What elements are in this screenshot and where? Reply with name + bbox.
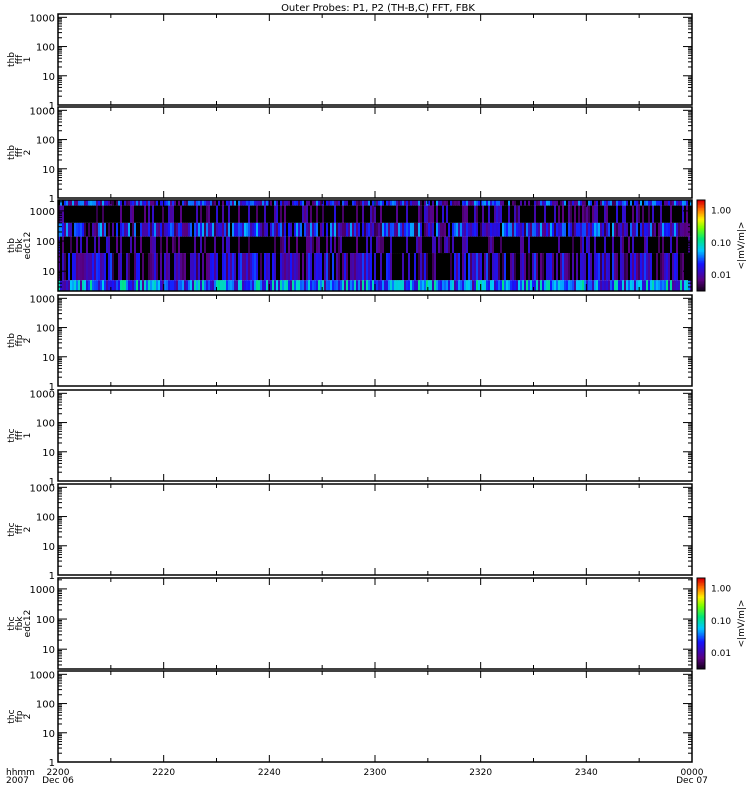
panel-label: thcffp2 xyxy=(7,709,33,723)
y-tick-label: 100 xyxy=(36,700,55,711)
panel-label-line: edc12 xyxy=(23,610,33,638)
colorbar-tick-label: 0.01 xyxy=(711,271,731,281)
y-tick-label: 10 xyxy=(42,729,55,740)
panel-thb-fbk-edc12: 10 100 1000 thbfbkedc12 1.00 0.10 0.01 <|mV/m|> xyxy=(7,199,747,292)
panel-thc-fff-2: 1 10 100 1000 thcfff2 xyxy=(7,483,693,582)
y-tick-label: 100 xyxy=(36,237,55,248)
panel-frame xyxy=(57,670,693,763)
y-tick-label: 100 xyxy=(36,419,55,430)
y-tick-label: 100 xyxy=(36,43,55,54)
plot-title: Outer Probes: P1, P2 (TH-B,C) FFT, FBK xyxy=(281,3,475,14)
y-tick-label: 10 xyxy=(42,448,55,459)
y-tick-label: 100 xyxy=(36,513,55,524)
panel-label: thbffp2 xyxy=(7,333,33,348)
panel-frame xyxy=(57,577,693,670)
y-tick-label: 10 xyxy=(42,267,55,278)
y-tick-label: 1000 xyxy=(30,670,55,681)
panel-frame xyxy=(57,106,693,199)
panel-thc-fbk-edc12: 10 100 1000 thcfbkedc12 1.00 0.10 0.01 <|mV/m|> xyxy=(7,577,747,670)
y-tick-label: 10 xyxy=(42,72,55,83)
x-tick-date-label: Dec 06 xyxy=(42,776,74,786)
y-tick-label: 1000 xyxy=(30,207,55,218)
y-tick-label: 1 xyxy=(49,571,55,582)
plot-figure: Outer Probes: P1, P2 (TH-B,C) FFT, FBK 1… xyxy=(0,0,750,800)
y-tick-label: 1000 xyxy=(30,294,55,305)
panel-label-line: 1 xyxy=(23,433,33,439)
y-tick-label: 1000 xyxy=(30,106,55,117)
y-tick-label: 100 xyxy=(36,136,55,147)
panel-frame xyxy=(57,13,693,106)
panel-label-line: edc12 xyxy=(23,232,33,260)
panel-label: thbfff1 xyxy=(7,52,33,67)
y-tick-label: 1000 xyxy=(30,483,55,494)
x-tick-date-label: Dec 07 xyxy=(676,776,708,786)
y-tick-label: 1000 xyxy=(30,585,55,596)
y-tick-label: 1 xyxy=(49,194,55,205)
x-tick-label: 2240 xyxy=(258,768,281,778)
x-axis-label: 2007 xyxy=(6,776,29,786)
panel-label: thcfff2 xyxy=(7,522,33,536)
panel-label-line: 2 xyxy=(23,338,33,344)
panel-label-line: 2 xyxy=(23,150,33,156)
panel-thb-fff-2: 1 10 100 1000 thbfff2 xyxy=(7,106,693,205)
y-tick-label: 10 xyxy=(42,542,55,553)
panel-frame xyxy=(57,294,693,387)
colorbar-tick-label: 0.01 xyxy=(711,649,731,659)
y-tick-label: 10 xyxy=(42,353,55,364)
colorbar-tick-label: 1.00 xyxy=(711,207,731,217)
x-tick-label: 2340 xyxy=(575,768,598,778)
panel-label: thcfbkedc12 xyxy=(7,610,33,638)
y-tick-label: 1000 xyxy=(30,13,55,24)
panel-label: thbfbkedc12 xyxy=(7,232,33,260)
colorbar-tick-label: 0.10 xyxy=(711,617,731,627)
panel-label: thcfff1 xyxy=(7,428,33,442)
panel-label-line: 1 xyxy=(23,57,33,63)
panel-label-line: 2 xyxy=(23,527,33,533)
y-tick-label: 10 xyxy=(42,645,55,656)
x-tick-label: 2220 xyxy=(152,768,175,778)
y-tick-label: 100 xyxy=(36,615,55,626)
panel-label-line: 2 xyxy=(23,714,33,720)
colorbar-label: <|mV/m|> xyxy=(737,222,747,270)
panel-thc-fff-1: 1 10 100 1000 thcfff1 xyxy=(7,389,693,488)
panel-frame xyxy=(57,483,693,576)
panel-thc-ffp-2: 1101001000thcffp2 xyxy=(7,670,693,769)
x-tick-label: 2320 xyxy=(469,768,492,778)
panel-label: thbfff2 xyxy=(7,145,33,160)
plot-canvas: Outer Probes: P1, P2 (TH-B,C) FFT, FBK 1… xyxy=(6,3,747,786)
colorbar-tick-label: 0.10 xyxy=(711,239,731,249)
colorbar-label: <|mV/m|> xyxy=(737,600,747,648)
panel-frame xyxy=(57,389,693,482)
colorbar-tick-label: 1.00 xyxy=(711,585,731,595)
panel-thb-ffp-2: 1101001000thbffp2 xyxy=(7,294,693,393)
y-tick-label: 1000 xyxy=(30,389,55,400)
x-tick-label: 2300 xyxy=(364,768,387,778)
y-tick-label: 100 xyxy=(36,324,55,335)
panel-thb-fff-1: 1 10 100 1000 thbfff1 xyxy=(7,13,693,112)
y-tick-label: 10 xyxy=(42,165,55,176)
